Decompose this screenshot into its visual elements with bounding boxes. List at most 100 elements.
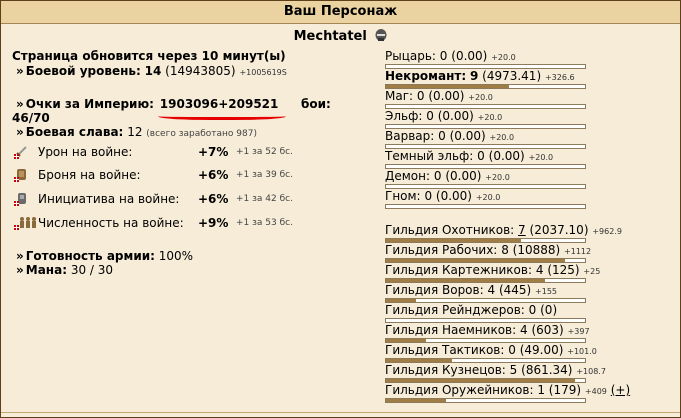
guild-progress-fill bbox=[386, 259, 565, 262]
guild-points: (0) bbox=[540, 303, 558, 317]
war-troops-label: Численность на войне: bbox=[38, 216, 184, 230]
faction-next: +20.0 bbox=[475, 193, 501, 202]
guild-row: Гильдия Кузнецов: 5 (861.34) +108.7 bbox=[385, 363, 606, 377]
character-panel: Ваш Персонаж Mechtatel Страница обновитс… bbox=[0, 0, 681, 418]
faction-level: 0 bbox=[416, 89, 425, 103]
war-armor-note: +1 за 39 бс. bbox=[236, 170, 293, 180]
guild-level[interactable]: 7 bbox=[518, 223, 526, 237]
guild-row: Гильдия Наемников: 4 (603) +397 bbox=[385, 323, 590, 337]
guild-name: Гильдия Кузнецов: bbox=[385, 363, 506, 377]
glory-row: » Боевая слава: 12 (всего заработано 987) bbox=[16, 125, 257, 139]
helmet-icon bbox=[375, 29, 387, 41]
guild-row: Гильдия Воров: 4 (445) +155 bbox=[385, 283, 557, 297]
handwritten-underline bbox=[158, 111, 286, 120]
initiative-icon bbox=[14, 193, 26, 206]
faction-level: 0 bbox=[426, 109, 434, 123]
guild-progress-fill bbox=[386, 379, 575, 382]
character-name[interactable]: Mechtatel bbox=[294, 29, 367, 44]
combat-level-value: 14 bbox=[144, 64, 162, 78]
faction-points: (4973.41) bbox=[482, 69, 542, 83]
faction-points: (0.00) bbox=[437, 109, 474, 123]
faction-points: (0.00) bbox=[445, 169, 482, 183]
faction-level: 0 bbox=[438, 129, 446, 143]
empire-value: 1903096+209521 bbox=[159, 97, 279, 111]
guild-row: Гильдия Рабочих: 8 (10888) +1112 bbox=[385, 243, 591, 257]
guild-progress-fill bbox=[386, 239, 521, 242]
bullet-icon: » bbox=[16, 263, 24, 277]
war-damage-value: +7% bbox=[198, 145, 229, 159]
guild-row: Гильдия Рейнджеров: 0 (0) bbox=[385, 303, 557, 317]
guild-points: (125) bbox=[547, 263, 580, 277]
guild-level: 0 bbox=[508, 343, 516, 357]
faction-name: Темный эльф: bbox=[385, 149, 474, 163]
faction-next: +20.0 bbox=[468, 93, 493, 102]
combat-level-next: +1005619S bbox=[239, 68, 287, 77]
war-armor-value: +6% bbox=[198, 168, 229, 182]
war-armor-label: Броня на войне: bbox=[38, 168, 141, 182]
war-damage-note: +1 за 52 бс. bbox=[236, 147, 293, 157]
bottom-divider bbox=[1, 412, 680, 413]
faction-row: Маг: 0 (0.00) +20.0 bbox=[385, 89, 493, 103]
fights-value: 46/70 bbox=[12, 111, 50, 125]
guild-next: +397 bbox=[567, 327, 590, 336]
guild-progress-fill bbox=[386, 299, 416, 302]
combat-level-label: Боевой уровень: bbox=[25, 64, 141, 78]
faction-level: 0 bbox=[439, 49, 448, 63]
faction-row: Варвар: 0 (0.00) +20.0 bbox=[385, 129, 514, 143]
guild-progress-fill bbox=[386, 339, 426, 342]
guild-name: Гильдия Охотников: bbox=[385, 223, 515, 237]
war-initiative-label: Инициатива на войне: bbox=[38, 192, 180, 206]
faction-points: (0.00) bbox=[428, 89, 465, 103]
empire-label: Очки за Империю: bbox=[25, 97, 154, 111]
guild-name: Гильдия Наемников: bbox=[385, 323, 517, 337]
glory-note: (всего заработано 987) bbox=[146, 129, 257, 139]
guild-name: Гильдия Картежников: bbox=[385, 263, 533, 277]
add-skill-link[interactable]: (+) bbox=[611, 383, 630, 397]
panel-header: Ваш Персонаж bbox=[1, 1, 680, 24]
faction-row: Гном: 0 (0.00) +20.0 bbox=[385, 189, 500, 203]
faction-row: Некромант: 9 (4973.41) +326.6 bbox=[385, 69, 575, 83]
guild-level: 0 bbox=[528, 303, 537, 317]
faction-points: (0.00) bbox=[451, 49, 488, 63]
guild-next: +108.7 bbox=[576, 367, 606, 376]
guild-progress-fill bbox=[386, 399, 446, 402]
guild-name: Гильдия Воров: bbox=[385, 283, 484, 297]
guild-progress-fill bbox=[386, 359, 452, 362]
war-troops-note: +1 за 53 бс. bbox=[236, 218, 293, 228]
guild-row: Гильдия Тактиков: 0 (49.00) +101.0 bbox=[385, 343, 597, 357]
fights-label: бои: bbox=[301, 97, 331, 111]
faction-name: Рыцарь: bbox=[385, 49, 436, 63]
faction-row: Эльф: 0 (0.00) +20.0 bbox=[385, 109, 502, 123]
faction-progress-bar bbox=[385, 204, 586, 209]
mana-value: 30 / 30 bbox=[70, 263, 114, 277]
guild-progress-fill bbox=[386, 279, 545, 282]
guild-points: (861.34) bbox=[521, 363, 573, 377]
guild-name: Гильдия Рейнджеров: bbox=[385, 303, 525, 317]
war-initiative-value: +6% bbox=[198, 192, 229, 206]
guild-points: (179) bbox=[548, 383, 582, 397]
faction-next: +20.0 bbox=[477, 113, 503, 122]
glory-value: 12 bbox=[127, 125, 143, 139]
faction-next: +20.0 bbox=[491, 53, 516, 62]
guild-progress-bar bbox=[385, 398, 586, 403]
faction-next: +20.0 bbox=[485, 173, 510, 182]
faction-points: (0.00) bbox=[449, 129, 486, 143]
faction-name: Варвар: bbox=[385, 129, 435, 143]
guild-next: +101.0 bbox=[567, 347, 597, 356]
guild-level: 4 bbox=[535, 263, 544, 277]
panel-title: Ваш Персонаж bbox=[283, 4, 398, 19]
faction-next: +326.6 bbox=[544, 73, 575, 82]
faction-points: (0.00) bbox=[435, 189, 472, 203]
faction-name: Эльф: bbox=[385, 109, 423, 123]
troops-icon bbox=[14, 217, 36, 230]
faction-level: 0 bbox=[477, 149, 485, 163]
guild-row: Гильдия Картежников: 4 (125) +25 bbox=[385, 263, 600, 277]
faction-level: 0 bbox=[424, 189, 433, 203]
faction-name: Некромант: bbox=[385, 69, 467, 83]
faction-row: Рыцарь: 0 (0.00) +20.0 bbox=[385, 49, 516, 63]
guild-level: 4 bbox=[487, 283, 496, 297]
guild-row: Гильдия Оружейников: 1 (179) +409 (+) bbox=[385, 383, 630, 397]
faction-row: Демон: 0 (0.00) +20.0 bbox=[385, 169, 510, 183]
faction-points: (0.00) bbox=[488, 149, 525, 163]
guild-points: (603) bbox=[531, 323, 564, 337]
